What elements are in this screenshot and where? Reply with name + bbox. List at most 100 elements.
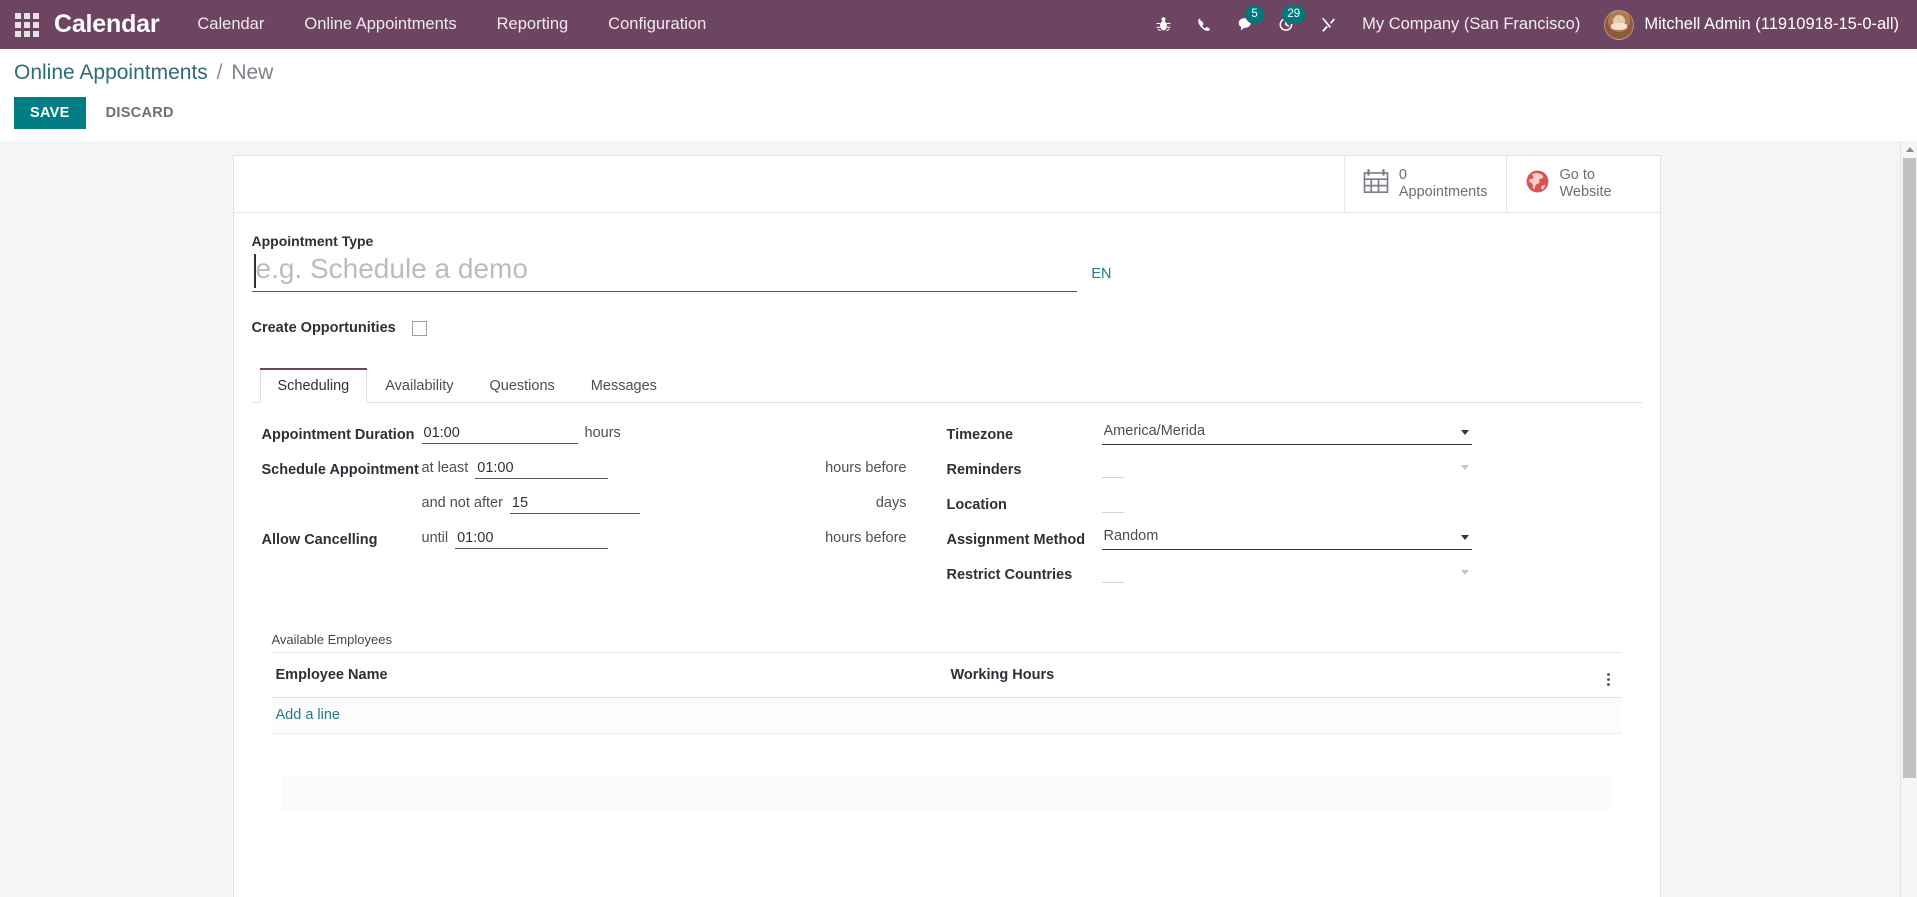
user-menu[interactable]: Mitchell Admin (11910918-15-0-all) [1594, 9, 1905, 40]
three-dots-icon[interactable] [1601, 673, 1616, 686]
menu-item-reporting[interactable]: Reporting [477, 0, 589, 49]
chevron-down-icon [1460, 570, 1469, 575]
discard-button[interactable]: DISCARD [90, 97, 190, 129]
navbar-right-tools: 5 29 My Company (San Francisco) Mitchell… [1143, 0, 1905, 49]
field-allow-cancelling: Allow Cancelling until hours before [262, 526, 907, 555]
calendar-icon [1363, 169, 1389, 199]
reminders-select-wrapper [1101, 456, 1472, 478]
field-restrict-countries: Restrict Countries [947, 561, 1632, 590]
website-smart-text: Go to Website [1560, 167, 1612, 201]
appointments-smart-text: 0 Appointments [1399, 167, 1488, 201]
menu-item-online-appointments[interactable]: Online Appointments [284, 0, 476, 49]
globe-icon [1525, 169, 1550, 199]
add-a-line-link[interactable]: Add a line [276, 707, 341, 723]
appointment-duration-suffix: hours [584, 425, 621, 441]
breadcrumb: Online Appointments / New [14, 59, 1903, 87]
menu-item-configuration[interactable]: Configuration [588, 0, 726, 49]
available-employees-body: Add a line [271, 697, 1622, 734]
cancel-hours-input[interactable] [455, 530, 609, 549]
assignment-method-select-wrapper [1101, 526, 1472, 550]
phone-icon[interactable] [1184, 0, 1225, 49]
tab-questions[interactable]: Questions [472, 368, 573, 403]
available-employees-table: Employee Name Working Hours Add a line [271, 653, 1622, 734]
reminders-input[interactable] [1101, 456, 1124, 478]
column-employee-name: Employee Name [271, 653, 947, 698]
timezone-select[interactable] [1101, 421, 1472, 445]
allow-cancelling-prefix: until [421, 530, 449, 546]
menu-item-calendar[interactable]: Calendar [177, 0, 284, 49]
go-to-website-smart-button[interactable]: Go to Website [1505, 156, 1660, 212]
location-input[interactable] [1101, 491, 1124, 513]
appointment-duration-value: hours [421, 421, 907, 444]
schedule-appointment-prefix: at least [421, 460, 469, 476]
max-schedule-prefix: and not after [421, 495, 503, 511]
appointments-smart-button[interactable]: 0 Appointments [1343, 156, 1506, 212]
add-line-row[interactable]: Add a line [271, 697, 1622, 734]
add-line-cell: Add a line [271, 697, 1622, 734]
max-schedule-value: and not after days [422, 491, 907, 514]
available-employees-section: Available Employees Employee Name Workin… [262, 632, 1632, 811]
tab-availability[interactable]: Availability [367, 368, 471, 403]
form-body: Appointment Type EN Create Opportunities… [234, 213, 1660, 829]
min-schedule-hours-input[interactable] [475, 460, 609, 479]
restrict-countries-input[interactable] [1101, 561, 1124, 583]
activities-badge: 29 [1282, 5, 1306, 24]
scroll-up-arrow-icon[interactable] [1901, 141, 1917, 158]
assignment-method-label: Assignment Method [946, 532, 1086, 548]
appointment-duration-label: Appointment Duration [261, 427, 415, 443]
breadcrumb-root[interactable]: Online Appointments [14, 61, 208, 84]
timezone-label: Timezone [946, 427, 1014, 443]
max-schedule-days-input[interactable] [509, 495, 640, 514]
smart-button-bar: 0 Appointments Go to Website [233, 156, 1660, 213]
apps-menu-button[interactable] [0, 0, 54, 49]
form-sheet: 0 Appointments Go to Website Appointment… [232, 155, 1661, 897]
tab-scheduling[interactable]: Scheduling [259, 368, 368, 403]
create-opportunities-checkbox[interactable] [411, 320, 427, 336]
control-panel: Online Appointments / New SAVE DISCARD [0, 49, 1917, 141]
max-schedule-label [262, 491, 422, 495]
tab-messages[interactable]: Messages [573, 368, 675, 403]
text-caret [253, 254, 256, 288]
apps-grid-icon [15, 12, 39, 37]
assignment-method-select[interactable] [1101, 526, 1472, 550]
top-navbar: Calendar Calendar Online Appointments Re… [0, 0, 1917, 49]
schedule-appointment-value: at least hours before [422, 456, 907, 479]
available-employees-title: Available Employees [271, 632, 1622, 653]
save-button[interactable]: SAVE [14, 97, 86, 129]
messages-icon[interactable]: 5 [1225, 0, 1266, 49]
restrict-countries-label: Restrict Countries [946, 567, 1073, 583]
activities-icon[interactable]: 29 [1266, 0, 1307, 49]
appointments-label: Appointments [1398, 184, 1488, 200]
allow-cancelling-label: Allow Cancelling [261, 532, 378, 548]
messages-badge: 5 [1245, 5, 1265, 24]
chevron-down-icon [1460, 465, 1469, 470]
appointment-type-row: EN [251, 251, 1112, 292]
available-employees-head: Employee Name Working Hours [271, 653, 1622, 698]
timezone-select-wrapper [1101, 421, 1472, 445]
appointment-type-input[interactable] [251, 251, 1078, 292]
create-opportunities-label: Create Opportunities [251, 320, 396, 336]
appointment-duration-input[interactable] [421, 425, 578, 444]
breadcrumb-separator: / [216, 61, 223, 84]
developer-tools-icon[interactable] [1307, 0, 1348, 49]
allow-cancelling-value: until hours before [422, 526, 907, 549]
language-link-en[interactable]: EN [1091, 266, 1111, 292]
company-switcher[interactable]: My Company (San Francisco) [1348, 0, 1594, 49]
scheduling-right-column: Timezone Reminders [947, 421, 1632, 596]
field-reminders: Reminders [947, 456, 1632, 485]
field-assignment-method: Assignment Method [947, 526, 1632, 555]
table-header-row: Employee Name Working Hours [271, 653, 1622, 698]
allow-cancelling-suffix: hours before [825, 530, 907, 546]
bug-icon[interactable] [1143, 0, 1184, 49]
notebook: Scheduling Availability Questions Messag… [251, 368, 1642, 811]
content-area: 0 Appointments Go to Website Appointment… [0, 141, 1917, 897]
create-opportunities-row: Create Opportunities [252, 320, 1642, 336]
user-name: Mitchell Admin (11910918-15-0-all) [1644, 15, 1899, 33]
field-schedule-appointment: Schedule Appointment at least hours befo… [262, 456, 907, 485]
app-brand-calendar[interactable]: Calendar [54, 10, 160, 39]
field-location: Location [947, 491, 1632, 520]
breadcrumb-current: New [231, 61, 274, 84]
appointment-type-label: Appointment Type [251, 233, 374, 249]
scrollbar-thumb[interactable] [1903, 158, 1916, 778]
vertical-scrollbar[interactable] [1900, 141, 1917, 897]
